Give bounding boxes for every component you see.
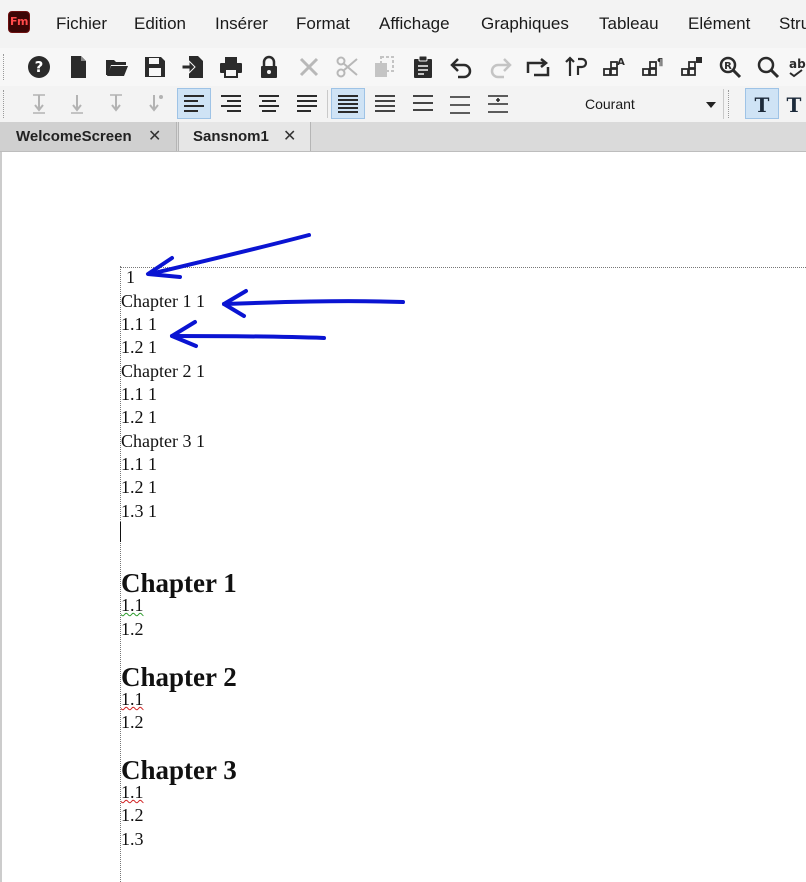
standard-toolbar: ? A ¶ R ab [0,48,806,87]
svg-text:A: A [617,57,625,68]
zoom-icon[interactable] [752,51,784,83]
text-frame-top-border [120,267,806,268]
font-family-select[interactable]: Courant [580,90,720,118]
tab-sansnom1[interactable]: Sansnom1 ✕ [178,122,311,151]
lock-icon[interactable] [253,51,285,83]
delete-icon[interactable] [293,51,325,83]
menu-structure[interactable]: Stru [779,14,806,34]
open-folder-icon[interactable] [101,51,133,83]
toc-entry[interactable]: 1.3 1 [121,500,157,522]
font-family-value: Courant [585,96,635,112]
chevron-down-icon [706,102,716,108]
new-document-icon[interactable] [62,51,94,83]
toolbar-grip[interactable] [3,54,7,80]
menu-format[interactable]: Format [296,14,350,34]
toc-entry[interactable]: Chapter 1 1 [121,290,205,312]
svg-text:T: T [755,93,770,115]
document-tab-bar: WelcomeScreen ✕ Sansnom1 ✕ [0,122,806,152]
show-hide-table-icon[interactable] [676,51,708,83]
swap-icon[interactable] [560,51,592,83]
align-justify-icon[interactable] [290,88,324,119]
line-spacing-single-icon[interactable] [331,88,365,119]
toc-entry[interactable]: 1.1 1 [121,453,157,475]
section-item[interactable]: 1.2 [121,618,144,640]
svg-text:ab: ab [789,57,806,71]
toolbar-separator [327,90,328,118]
align-bottom-icon[interactable] [99,88,133,119]
text-style-icon[interactable]: T [782,88,806,119]
close-icon[interactable]: ✕ [283,126,296,146]
framemaker-app-icon[interactable]: Fm [8,11,30,33]
section-item[interactable]: 1.1 [121,781,144,803]
import-file-icon[interactable] [177,51,209,83]
toc-entry[interactable]: 1.2 1 [121,406,157,428]
close-icon[interactable]: ✕ [148,126,161,146]
cut-icon[interactable] [331,51,363,83]
menu-tableau[interactable]: Tableau [599,14,659,34]
section-item[interactable]: 1.1 [121,594,144,616]
toolbar-separator [723,89,724,119]
section-item[interactable]: 1.2 [121,711,144,733]
tab-label: WelcomeScreen [16,128,132,145]
toc-entry[interactable]: 1.1 1 [121,313,157,335]
svg-text:T: T [787,93,802,115]
section-item[interactable]: 1.3 [121,828,144,850]
section-item[interactable]: 1.2 [121,804,144,826]
save-icon[interactable] [139,51,171,83]
toc-entry[interactable]: Chapter 2 1 [121,360,205,382]
align-top-icon[interactable] [22,88,56,119]
text-cursor [120,522,121,542]
menu-inserer[interactable]: Insérer [215,14,268,34]
toc-entry[interactable]: 1.2 1 [121,336,157,358]
copy-icon[interactable] [368,51,400,83]
toolbar-grip[interactable] [728,90,732,118]
line-spacing-wide-icon[interactable] [443,88,477,119]
toc-entry[interactable]: Chapter 3 1 [121,430,205,452]
menu-edition[interactable]: Edition [134,14,186,34]
find-replace-icon[interactable]: R [714,51,746,83]
show-hide-markers-icon[interactable]: A [598,51,630,83]
print-icon[interactable] [215,51,247,83]
undo-icon[interactable] [446,51,478,83]
align-center-icon[interactable] [252,88,286,119]
svg-text:?: ? [35,58,44,76]
help-icon[interactable]: ? [23,51,55,83]
menu-affichage[interactable]: Affichage [379,14,450,34]
toc-title[interactable]: 1 [126,266,135,288]
spelling-icon[interactable]: ab [788,51,806,83]
menu-bar: Fm Fichier Edition Insérer Format Affich… [0,0,806,49]
align-right-icon[interactable] [214,88,248,119]
show-hide-paragraph-icon[interactable]: ¶ [637,51,669,83]
align-baseline-icon[interactable] [137,88,171,119]
line-spacing-onehalf-icon[interactable] [368,88,402,119]
toc-entry[interactable]: 1.1 1 [121,383,157,405]
tab-welcomescreen[interactable]: WelcomeScreen ✕ [0,122,177,151]
line-spacing-custom-icon[interactable] [481,88,515,119]
paste-icon[interactable] [407,51,439,83]
toc-entry[interactable]: 1.2 1 [121,476,157,498]
section-item[interactable]: 1.1 [121,688,144,710]
repeat-icon[interactable] [522,51,554,83]
svg-text:¶: ¶ [657,57,663,68]
redo-icon[interactable] [484,51,516,83]
toolbar-grip[interactable] [3,90,7,118]
align-middle-icon[interactable] [60,88,94,119]
text-bold-icon[interactable]: T [745,88,779,119]
menu-graphiques[interactable]: Graphiques [481,14,569,34]
menu-element[interactable]: Elément [688,14,750,34]
svg-text:R: R [724,61,732,72]
line-spacing-double-icon[interactable] [406,88,440,119]
tab-label: Sansnom1 [193,128,269,145]
formatting-toolbar: Courant T T [0,86,806,123]
align-left-icon[interactable] [177,88,211,119]
menu-fichier[interactable]: Fichier [56,14,107,34]
